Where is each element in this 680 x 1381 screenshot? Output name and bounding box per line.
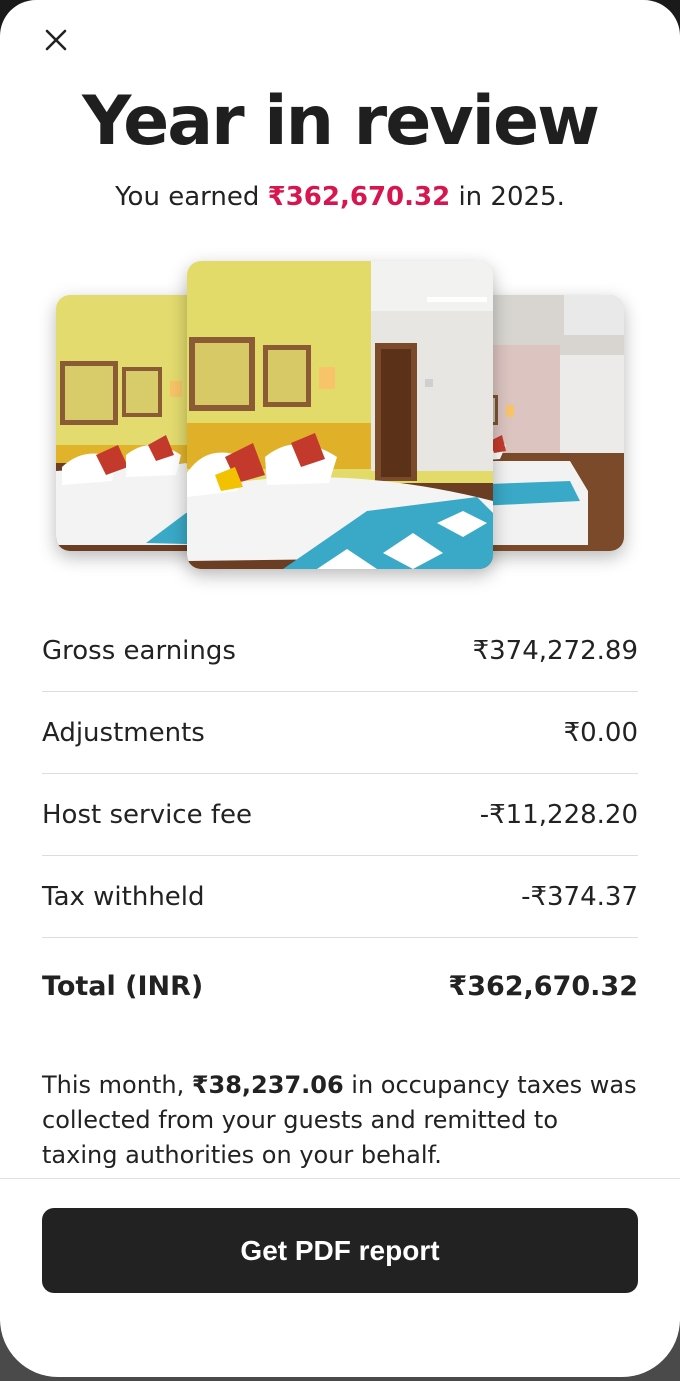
year-in-review-screen: Year in review You earned ₹362,670.32 in… [0, 0, 680, 1381]
note-prefix: This month, [42, 1071, 192, 1099]
subtitle-suffix: in 2025. [450, 182, 565, 212]
close-button[interactable] [36, 22, 76, 58]
total-value: ₹362,670.32 [448, 970, 638, 1002]
earnings-summary-table: Gross earnings ₹374,272.89 Adjustments ₹… [42, 610, 638, 1034]
subtitle-prefix: You earned [115, 182, 268, 212]
page-title: Year in review [82, 82, 600, 161]
subtitle-amount: ₹362,670.32 [267, 182, 451, 212]
summary-row: Tax withheld -₹374.37 [42, 856, 638, 938]
row-label: Adjustments [42, 717, 205, 748]
total-row: Total (INR) ₹362,670.32 [42, 938, 638, 1034]
row-value: ₹374,272.89 [472, 635, 638, 666]
get-pdf-report-button[interactable]: Get PDF report [42, 1208, 638, 1293]
screen-corner [0, 0, 40, 40]
listing-photo-carousel[interactable] [0, 255, 680, 585]
row-value: -₹374.37 [521, 881, 638, 912]
row-value: ₹0.00 [563, 717, 638, 748]
total-label: Total (INR) [42, 970, 204, 1002]
summary-row: Host service fee -₹11,228.20 [42, 774, 638, 856]
close-icon [45, 29, 67, 51]
listing-photo-center[interactable] [187, 261, 493, 569]
row-value: -₹11,228.20 [479, 799, 638, 830]
screen-corner [0, 1311, 680, 1381]
earnings-subtitle: You earned ₹362,670.32 in 2025. [0, 182, 680, 212]
row-label: Gross earnings [42, 635, 236, 666]
occupancy-tax-note: This month, ₹38,237.06 in occupancy taxe… [42, 1068, 638, 1173]
footer-divider [0, 1178, 680, 1179]
row-label: Host service fee [42, 799, 253, 830]
note-amount: ₹38,237.06 [191, 1071, 344, 1099]
summary-row: Gross earnings ₹374,272.89 [42, 610, 638, 692]
screen-corner [640, 0, 680, 40]
row-label: Tax withheld [42, 881, 205, 912]
summary-row: Adjustments ₹0.00 [42, 692, 638, 774]
